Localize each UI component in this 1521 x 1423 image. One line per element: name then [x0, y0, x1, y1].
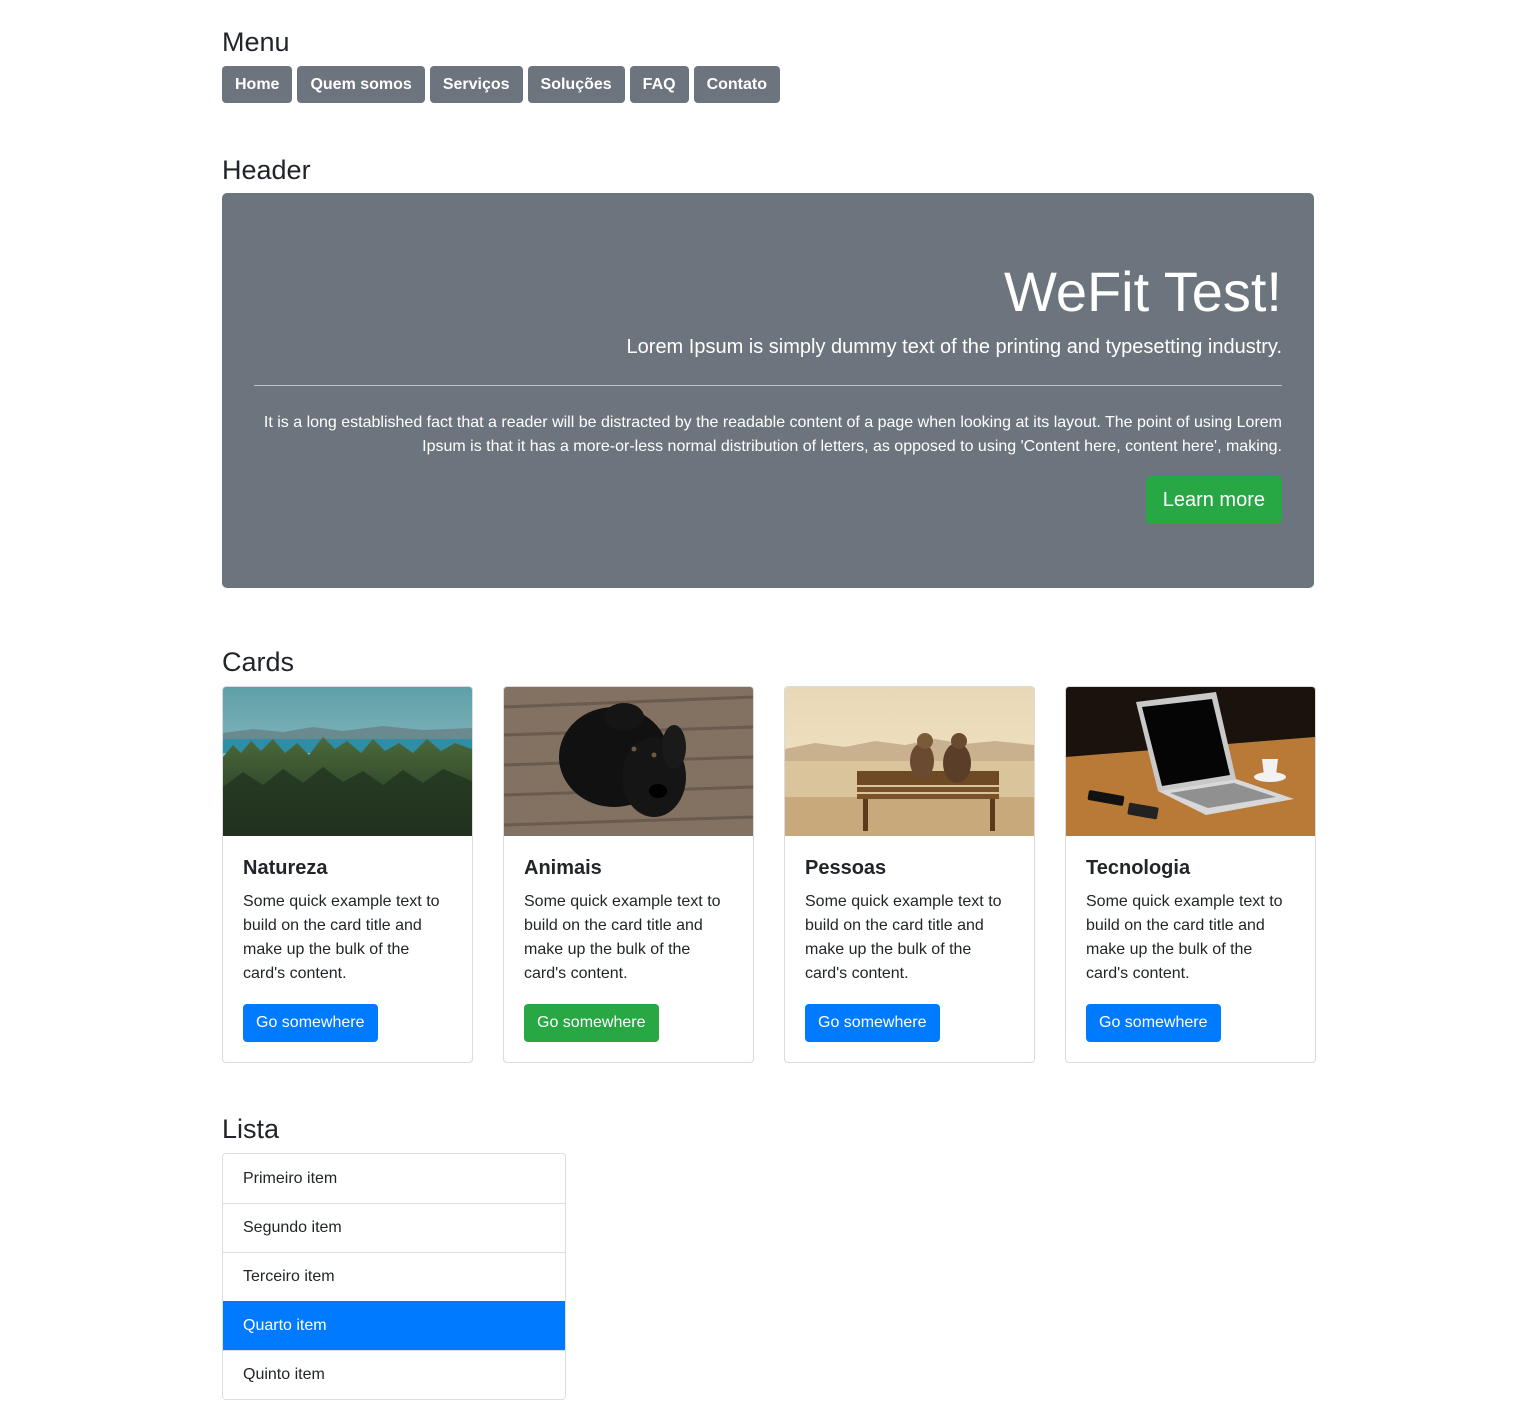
card-image-puppy [504, 687, 753, 836]
go-somewhere-button[interactable]: Go somewhere [805, 1004, 940, 1042]
menu-button-solucoes[interactable]: Soluções [527, 66, 625, 103]
menu-button-quem-somos[interactable]: Quem somos [297, 66, 425, 103]
jumbotron-divider [254, 385, 1282, 386]
couple-on-bench-photo [785, 687, 1034, 836]
go-somewhere-button[interactable]: Go somewhere [243, 1004, 378, 1042]
list-item-active[interactable]: Quarto item [223, 1301, 565, 1350]
jumbotron-title: WeFit Test! [1003, 260, 1282, 323]
list-item[interactable]: Quinto item [223, 1350, 565, 1399]
card-natureza: Natureza Some quick example text to buil… [222, 686, 473, 1063]
menu-button-contato[interactable]: Contato [693, 66, 780, 103]
card-title: Pessoas [805, 857, 887, 879]
card-text: Some quick example text to build on the … [243, 893, 440, 982]
card-image-bench [785, 687, 1034, 836]
jumbotron-text: It is a long established fact that a rea… [263, 414, 1282, 455]
menu-button-home[interactable]: Home [222, 66, 293, 103]
list-item[interactable]: Primeiro item [223, 1154, 565, 1203]
card-pessoas: Pessoas Some quick example text to build… [784, 686, 1035, 1063]
menu-button-faq[interactable]: FAQ [629, 66, 689, 103]
list-item[interactable]: Segundo item [223, 1203, 565, 1252]
card-text: Some quick example text to build on the … [524, 893, 721, 982]
jumbotron-lead: Lorem Ipsum is simply dummy text of the … [626, 336, 1282, 358]
card-title: Tecnologia [1086, 857, 1191, 879]
cards-row: Natureza Some quick example text to buil… [222, 686, 1316, 1063]
laptop-on-table-photo [1066, 687, 1315, 836]
menu-nav: Home Quem somos Serviços Soluções FAQ Co… [222, 66, 780, 103]
cards-section-title: Cards [222, 647, 295, 677]
card-title: Natureza [243, 857, 328, 879]
card-tecnologia: Tecnologia Some quick example text to bu… [1065, 686, 1316, 1063]
learn-more-button[interactable]: Learn more [1145, 476, 1282, 524]
jumbotron: WeFit Test! Lorem Ipsum is simply dummy … [222, 193, 1314, 588]
forest-lake-photo [223, 687, 472, 836]
black-puppy-photo [504, 687, 753, 836]
card-text: Some quick example text to build on the … [1086, 893, 1283, 982]
list-item[interactable]: Terceiro item [223, 1252, 565, 1301]
card-text: Some quick example text to build on the … [805, 893, 1002, 982]
header-section-title: Header [222, 155, 311, 185]
card-animais: Animais Some quick example text to build… [503, 686, 754, 1063]
card-title: Animais [524, 857, 602, 879]
list-section-title: Lista [222, 1114, 280, 1144]
go-somewhere-button[interactable]: Go somewhere [524, 1004, 659, 1042]
card-image-laptop [1066, 687, 1315, 836]
menu-button-servicos[interactable]: Serviços [429, 66, 523, 103]
menu-section-title: Menu [222, 27, 290, 57]
list-group: Primeiro item Segundo item Terceiro item… [222, 1153, 566, 1400]
card-image-forest [223, 687, 472, 836]
go-somewhere-button[interactable]: Go somewhere [1086, 1004, 1221, 1042]
